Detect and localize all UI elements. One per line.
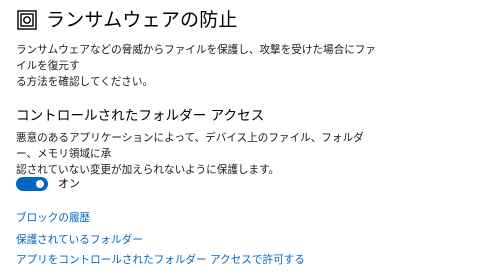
- block-history-link[interactable]: ブロックの履歴: [16, 211, 90, 225]
- protected-folders-link[interactable]: 保護されているフォルダー: [16, 233, 143, 247]
- controlled-folder-access-title: コントロールされたフォルダー アクセス: [16, 108, 265, 124]
- toggle-knob: [36, 180, 44, 188]
- controlled-folder-access-description-line-2: 認されていない変更が加えられないように保護します。: [16, 164, 280, 176]
- ransomware-protection-icon: [16, 9, 38, 31]
- controlled-folder-access-description-line-1: 悪意のあるアプリケーションによって、デバイス上のファイル、フォルダー、メモリ領域…: [16, 132, 364, 160]
- controlled-folder-access-description: 悪意のあるアプリケーションによって、デバイス上のファイル、フォルダー、メモリ領域…: [16, 130, 376, 178]
- controlled-folder-access-toggle[interactable]: [16, 177, 48, 191]
- page-header: ランサムウェアの防止: [16, 8, 238, 32]
- page-description-line-2: る方法を確認してください。: [16, 76, 154, 88]
- page-title: ランサムウェアの防止: [46, 9, 238, 31]
- toggle-state-label: オン: [58, 177, 80, 190]
- page-description-line-1: ランサムウェアなどの脅威からファイルを保護し、攻撃を受けた場合にファイルを復元す: [16, 44, 376, 72]
- ransomware-protection-page: ランサムウェアの防止 ランサムウェアなどの脅威からファイルを保護し、攻撃を受けた…: [0, 0, 500, 274]
- controlled-folder-access-toggle-row[interactable]: オン: [16, 177, 80, 191]
- allow-app-through-controlled-folder-access-link[interactable]: アプリをコントロールされたフォルダー アクセスで許可する: [16, 253, 305, 267]
- page-description: ランサムウェアなどの脅威からファイルを保護し、攻撃を受けた場合にファイルを復元す…: [16, 42, 376, 90]
